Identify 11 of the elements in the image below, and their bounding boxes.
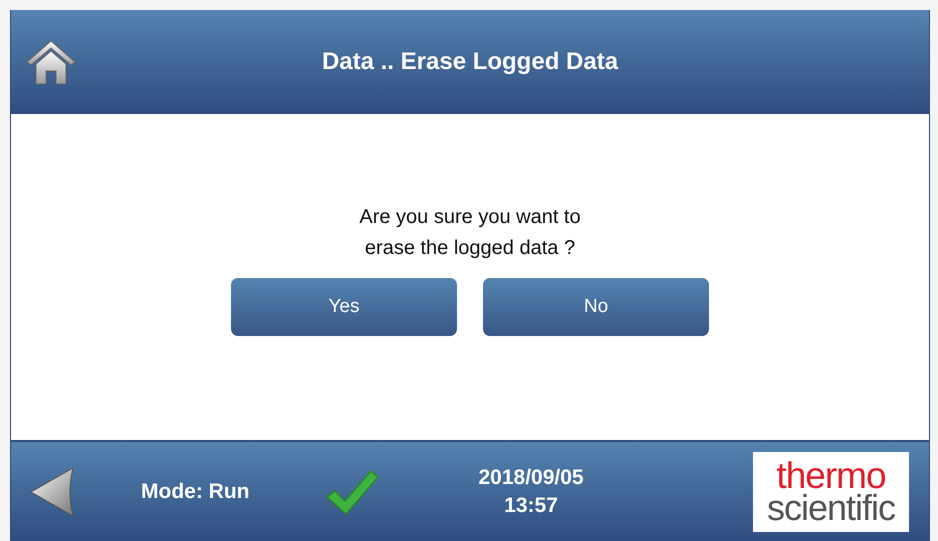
logo-top-text: thermo (776, 460, 886, 492)
time-label: 13:57 (504, 492, 558, 518)
mode-label: Mode: Run (141, 480, 250, 504)
date-label: 2018/09/05 (478, 464, 584, 490)
back-arrow-icon[interactable] (29, 466, 75, 516)
no-button[interactable]: No (483, 278, 709, 336)
home-icon[interactable] (25, 38, 77, 86)
logo-bottom-text: scientific (766, 492, 896, 524)
yes-button[interactable]: Yes (231, 278, 457, 336)
screen-title: Data .. Erase Logged Data (320, 48, 620, 76)
confirm-message: Are you sure you want to erase the logged data ? (359, 205, 581, 261)
